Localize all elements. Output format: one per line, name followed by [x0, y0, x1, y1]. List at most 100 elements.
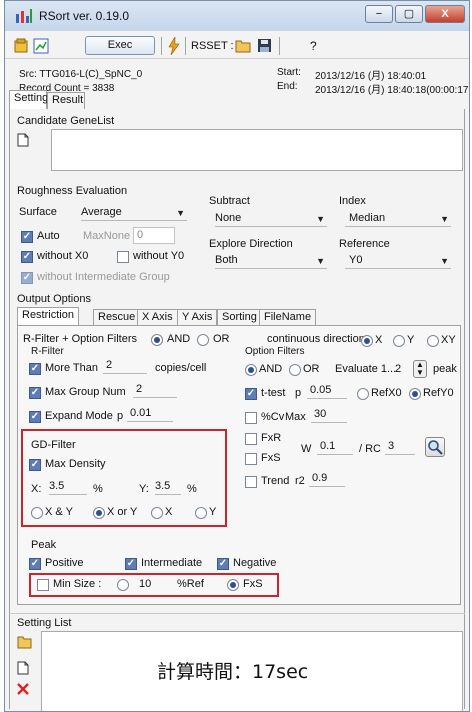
gd-y-radio[interactable]	[195, 507, 207, 519]
direction-x-radio[interactable]	[361, 335, 373, 347]
max-group-label: Max Group Num	[45, 386, 126, 398]
rc-input[interactable]: 3	[385, 440, 415, 455]
tab-rescue[interactable]: Rescue	[93, 309, 141, 326]
tab-sorting[interactable]: Sorting	[217, 309, 262, 326]
end-time: 2013/12/16 (月) 18:40:18(00:00:17	[315, 85, 469, 96]
and-radio[interactable]	[151, 334, 163, 346]
maxnone-input[interactable]: 0	[133, 227, 175, 244]
toolbar-divider	[279, 37, 280, 55]
reference-select[interactable]: Y0 ▼	[345, 254, 451, 269]
reference-label: Reference	[339, 238, 390, 250]
min-size-ref-radio[interactable]	[117, 579, 129, 591]
gd-y-unit: %	[187, 483, 197, 495]
tab-y-axis[interactable]: Y Axis	[177, 309, 218, 326]
surface-select[interactable]: Average ▼	[81, 206, 187, 221]
max-group-checkbox[interactable]	[29, 387, 41, 399]
toolbar-divider	[185, 37, 186, 55]
expand-p-label: p	[117, 410, 124, 422]
explore-direction-select[interactable]: Both ▼	[215, 254, 327, 269]
fxs-checkbox[interactable]	[245, 453, 257, 465]
new-document-icon[interactable]	[17, 661, 29, 675]
auto-label: Auto	[37, 230, 60, 242]
help-button[interactable]: ?	[310, 39, 317, 53]
negative-checkbox[interactable]	[217, 558, 229, 570]
magnifier-icon	[428, 440, 443, 455]
open-folder-icon[interactable]	[17, 635, 33, 649]
ttest-input[interactable]: 0.05	[307, 384, 347, 399]
peak-label: Peak	[31, 539, 57, 551]
tab-setting[interactable]: Setting	[9, 90, 48, 109]
refx0-radio[interactable]	[357, 388, 369, 400]
database-icon[interactable]	[13, 38, 29, 54]
minimize-button[interactable]: −	[365, 5, 393, 23]
without-y0-checkbox[interactable]	[117, 251, 129, 263]
option-or-radio[interactable]	[289, 364, 301, 376]
chart-view-icon[interactable]	[33, 38, 49, 54]
trend-r2-label: r2	[295, 475, 305, 487]
candidate-genelist-box[interactable]	[51, 129, 463, 171]
delete-icon[interactable]	[17, 683, 29, 695]
gd-x-radio[interactable]	[151, 507, 163, 519]
close-button[interactable]: X	[425, 5, 465, 23]
gd-y-input[interactable]: 3.5	[155, 480, 181, 495]
evaluate-value[interactable]: 2	[395, 363, 401, 375]
trend-checkbox[interactable]	[245, 476, 257, 488]
without-x0-checkbox[interactable]	[21, 251, 33, 263]
tab-filename[interactable]: FileName	[259, 309, 317, 326]
max-group-input[interactable]: 2	[133, 383, 177, 398]
maximize-button[interactable]: ▢	[395, 5, 423, 23]
exec-button[interactable]: Exec	[85, 36, 155, 55]
index-select[interactable]: Median ▼	[345, 212, 451, 227]
tab-x-axis[interactable]: X Axis	[137, 309, 178, 326]
auto-checkbox[interactable]	[21, 231, 33, 243]
w-input[interactable]: 0.1	[317, 440, 353, 455]
ttest-checkbox[interactable]	[245, 388, 257, 400]
or-radio[interactable]	[197, 334, 209, 346]
expand-mode-input[interactable]: 0.01	[127, 407, 173, 422]
direction-xy-radio[interactable]	[427, 335, 439, 347]
open-folder-icon[interactable]	[235, 38, 252, 53]
positive-checkbox[interactable]	[29, 558, 41, 570]
chevron-down-icon: ▼	[416, 368, 424, 377]
source-label: Src: TTG016-L(C)_SpNC_0	[19, 69, 143, 80]
cv-checkbox[interactable]	[245, 412, 257, 424]
expand-mode-checkbox[interactable]	[29, 411, 41, 423]
more-than-input[interactable]: 2	[103, 359, 147, 374]
gd-xandy-radio[interactable]	[31, 507, 43, 519]
fxr-label: FxR	[261, 432, 282, 444]
intermediate-label: Intermediate	[141, 557, 203, 569]
trend-input[interactable]: 0.9	[309, 472, 345, 487]
cv-input[interactable]: 30	[311, 408, 347, 423]
chevron-down-icon: ▼	[440, 214, 449, 224]
without-intermediate-checkbox[interactable]	[21, 272, 33, 284]
continuous-direction-label: continuous direction	[267, 333, 365, 345]
min-size-value[interactable]: 10	[139, 578, 151, 590]
lightning-icon[interactable]	[167, 37, 181, 55]
fxr-checkbox[interactable]	[245, 433, 257, 445]
tab-result[interactable]: Result	[47, 92, 85, 109]
surface-value: Average	[81, 206, 122, 218]
min-size-checkbox[interactable]	[37, 579, 49, 591]
search-button[interactable]	[425, 437, 445, 457]
subtract-select[interactable]: None ▼	[215, 212, 327, 227]
gd-x-input[interactable]: 3.5	[49, 480, 87, 495]
subtract-value: None	[215, 212, 242, 224]
min-size-fxs-label: FxS	[243, 578, 263, 590]
tab-restriction[interactable]: Restriction	[17, 307, 79, 326]
gd-xory-radio[interactable]	[93, 507, 105, 519]
evaluate-spinner[interactable]: ▲ ▼	[413, 360, 427, 378]
gd-xory-label: X or Y	[107, 506, 138, 518]
refy0-radio[interactable]	[409, 388, 421, 400]
gd-x-option-label: X	[165, 506, 173, 518]
direction-y-radio[interactable]	[393, 335, 405, 347]
end-label: End:	[277, 81, 298, 92]
min-size-fxs-radio[interactable]	[227, 579, 239, 591]
option-and-radio[interactable]	[245, 364, 257, 376]
max-density-label: Max Density	[45, 458, 106, 470]
more-than-checkbox[interactable]	[29, 363, 41, 375]
max-density-checkbox[interactable]	[29, 459, 41, 471]
intermediate-checkbox[interactable]	[125, 558, 137, 570]
explore-direction-label: Explore Direction	[209, 238, 293, 250]
save-icon[interactable]	[257, 38, 272, 53]
new-document-icon[interactable]	[17, 133, 29, 147]
